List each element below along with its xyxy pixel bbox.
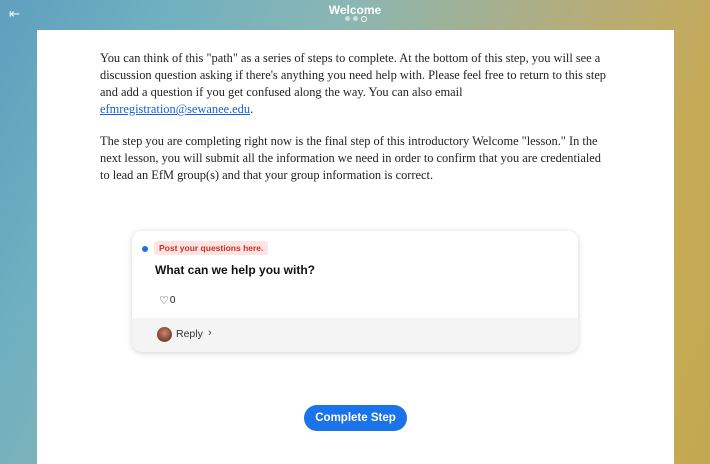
reply-label: Reply [176, 328, 203, 340]
like-button[interactable]: ♡ 0 [159, 294, 175, 307]
intro-text-end: . [250, 102, 254, 116]
intro-text: You can think of this "path" as a series… [100, 51, 607, 99]
post-badge: Post your questions here. [154, 241, 269, 255]
intro-paragraph: You can think of this "path" as a series… [100, 50, 610, 118]
page-title: Welcome [328, 3, 382, 17]
unread-dot [142, 246, 148, 252]
top-bar: ⇤ Welcome [0, 0, 710, 30]
email-link[interactable]: efmregistration@sewanee.edu [100, 102, 250, 116]
reply-bar[interactable]: Reply › [132, 318, 578, 352]
step-dot-current [361, 16, 367, 22]
lesson-paragraph: The step you are completing right now is… [100, 134, 601, 182]
avatar [157, 327, 172, 342]
complete-step-button[interactable]: Complete Step [304, 405, 407, 431]
heart-icon: ♡ [159, 295, 169, 307]
discussion-post[interactable]: Post your questions here. What can we he… [132, 231, 578, 352]
like-count: 0 [169, 295, 176, 306]
post-title[interactable]: What can we help you with? [155, 263, 315, 277]
content-card: You can think of this "path" as a series… [37, 30, 674, 464]
chevron-right-icon: › [208, 327, 212, 339]
step-dot [353, 16, 358, 21]
step-progress [345, 16, 367, 22]
step-dot [345, 16, 350, 21]
